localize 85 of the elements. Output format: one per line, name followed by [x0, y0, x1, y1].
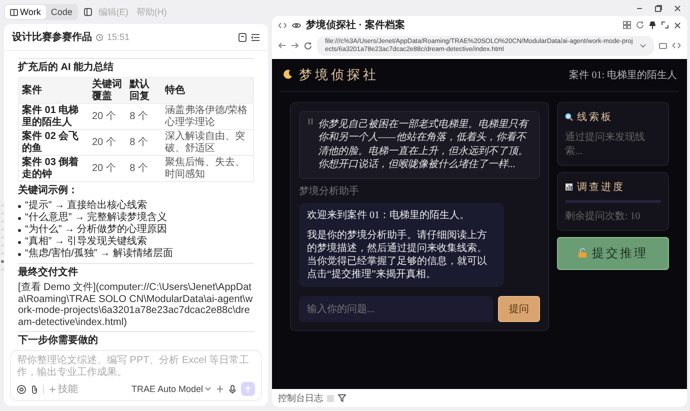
forward-icon[interactable] — [291, 42, 299, 50]
mode-tab[interactable]: Work — [5, 5, 46, 19]
moon-icon — [282, 69, 293, 80]
table-cell: 8 个 — [126, 130, 162, 156]
back-icon[interactable] — [278, 42, 286, 50]
table-cell: 涵盖弗洛伊德/荣格心理学理论 — [162, 104, 254, 130]
list-item: “什么意思” → 完整解读梦境含义 — [25, 212, 168, 224]
window-icon — [10, 8, 18, 16]
table-cell: 案件 01 电梯里的陌生人 — [18, 104, 89, 130]
list-item: “焦虑/害怕/孤独” → 解读情绪层面 — [25, 248, 173, 260]
sidebar-toggle-icon[interactable] — [84, 8, 92, 16]
list-item: “提示” → 直接给出核心线索 — [25, 200, 148, 212]
console-log-label: 控制台日志 — [278, 392, 323, 404]
remaining-questions-text: 剩余提问次数: 10 — [565, 210, 642, 223]
paperclip-icon[interactable] — [31, 384, 38, 394]
table-cell: 案件 03 倒着走的钟 — [18, 156, 89, 182]
ask-button[interactable]: 提问 — [498, 296, 540, 322]
caret-icon — [205, 387, 211, 391]
submit-button[interactable]: 提交推理 — [557, 236, 669, 270]
column-header: 特色 — [162, 78, 254, 104]
bullet-icon — [18, 252, 21, 256]
case-title: 案件 01: 电梯里的陌生人 — [569, 68, 677, 82]
refresh-icon[interactable] — [636, 21, 644, 29]
quote-mark-icon — [308, 118, 313, 125]
list-heading: 关键词示例： — [18, 185, 79, 197]
dream-description: 你梦见自己被困在一部老式电梯里。电梯里只有你和另一个人——他站在角落，低着头，你看不清他的脸。电梯一直在上升，但永远到不了顶。你想开口说话，但喉咙像被什么堵住了一样... — [318, 118, 530, 172]
list-item: “真相” → 引导发现关键线索 — [25, 236, 148, 248]
page-title: 梦境侦探社 · 案件档案 — [306, 18, 405, 32]
close-icon[interactable] — [674, 4, 681, 12]
question-input[interactable]: 输入你的问题... — [299, 296, 493, 322]
column-header: 案件 — [18, 78, 89, 104]
table-cell: 聚焦后悔、失去、时间感知 — [162, 156, 254, 182]
section-heading: 扩充后的 AI 能力总结 — [18, 62, 115, 74]
message-paragraph: 我是你的梦境分析助手。请仔细阅读上方的梦境描述，然后通过提问来收集线索。当你觉得已经掌握了足够的信息，就可以点击“提交推理”来揭开真相。 — [307, 228, 488, 281]
scroll-dot[interactable] — [1, 260, 4, 263]
table-cell: 20 个 — [89, 104, 127, 130]
card-title: 线索板 — [577, 110, 613, 124]
bullet-icon — [18, 204, 21, 208]
code-icon[interactable] — [278, 22, 287, 28]
expand-icon[interactable] — [661, 21, 669, 29]
skill-button[interactable]: 技能 — [49, 382, 78, 396]
table-cell: 20 个 — [89, 130, 127, 156]
code-icon[interactable] — [672, 42, 681, 50]
sender-label: 梦境分析助手 — [299, 184, 360, 198]
eye-icon[interactable] — [292, 22, 301, 28]
microphone-icon[interactable] — [229, 384, 236, 394]
section-heading: 最终交付文件 — [18, 267, 79, 279]
bullet-icon — [18, 228, 21, 232]
section-heading: 下一步你需要做的 — [18, 335, 99, 347]
site-logo-text: 梦境侦探社 — [299, 66, 379, 84]
magnifier-icon — [565, 112, 573, 121]
model-dropdown[interactable]: TRAE Auto Model — [131, 384, 211, 394]
collapse-icon[interactable] — [251, 32, 260, 42]
caret-icon — [640, 44, 646, 48]
pin-icon[interactable] — [649, 21, 656, 29]
card-title: 调查进度 — [577, 180, 625, 194]
arrow-up-icon — [245, 386, 251, 392]
table-cell: 深入解读自由、突破、舒适区 — [162, 130, 254, 156]
grid-icon[interactable] — [623, 21, 631, 29]
document-icon[interactable] — [238, 32, 247, 42]
close-icon[interactable] — [674, 22, 681, 28]
bar-chart-icon — [565, 182, 573, 191]
restore-icon[interactable] — [655, 4, 662, 12]
list-item: “为什么” → 分析做梦的心理原因 — [25, 224, 168, 236]
input-placeholder: 帮你整理论文综述、编写 PPT、分析 Excel 等日常工作，输出专业工作成果。 — [17, 355, 250, 379]
file-link-text: [查看 Demo 文件](computer://C:\Users\Jenet\AppData\Roaming\TRAE SOLO CN\ModularData\ai-agent\work-mode-projects\6a3201a78e23ac7dcac2e88c\dream-detective\index.html) — [18, 282, 254, 328]
table-cell: 20 个 — [89, 156, 127, 182]
screenshot-icon[interactable] — [659, 42, 667, 50]
mode-tab[interactable]: Code — [46, 5, 78, 19]
empty-state-text: 通过提问来发现线索... — [565, 130, 646, 158]
bullet-icon — [18, 240, 21, 244]
column-header: 关键词覆盖 — [89, 78, 127, 104]
timestamp: 15:51 — [107, 32, 130, 42]
reload-icon[interactable] — [304, 42, 312, 50]
message-paragraph: 欢迎来到案件 01：电梯里的陌生人。 — [307, 208, 470, 222]
message-composer[interactable]: 帮你整理论文综述、编写 PPT、分析 Excel 等日常工作，输出专业工作成果。 技能 TRAE Auto Model — [10, 350, 262, 401]
column-header: 默认回复 — [126, 78, 162, 104]
conversation-title: 设计比赛参赛作品 — [12, 30, 92, 44]
unlock-icon — [578, 248, 587, 258]
table-cell: 案件 02 会飞的鱼 — [18, 130, 89, 156]
filter-icon[interactable] — [338, 394, 346, 402]
table-cell: 8 个 — [126, 104, 162, 130]
bullet-icon — [18, 216, 21, 220]
clock-icon — [96, 34, 103, 40]
table-cell: 8 个 — [126, 156, 162, 182]
